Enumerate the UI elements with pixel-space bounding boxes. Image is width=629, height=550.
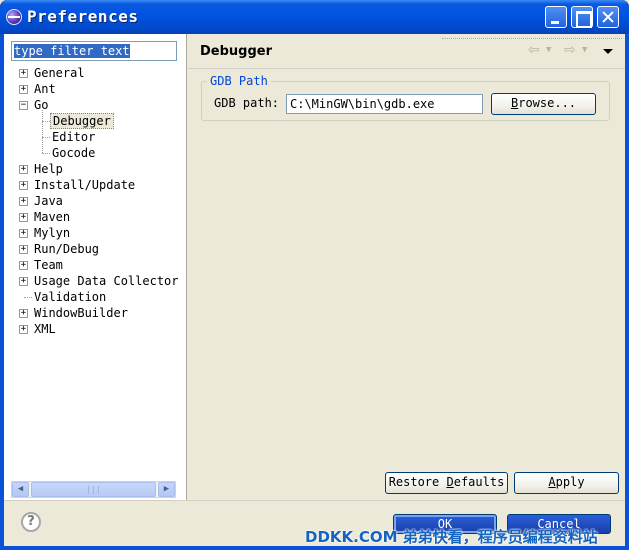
tree-item[interactable]: + Java [4,193,186,209]
tree-item-label: WindowBuilder [34,306,128,320]
expand-icon[interactable]: + [19,325,28,334]
expand-icon[interactable]: + [19,245,28,254]
window-title: Preferences [27,7,139,26]
tree-item-label: Mylyn [34,226,71,240]
restore-defaults-button[interactable]: Restore Defaults [385,472,508,494]
expand-icon[interactable]: + [19,181,28,190]
gdb-path-input[interactable]: C:\MinGW\bin\gdb.exe [286,94,483,114]
group-title: GDB Path [207,74,271,88]
expand-icon[interactable]: + [19,197,28,206]
watermark-text: DDKK.COM 弟弟快看，程序员编程资料站 [305,528,598,546]
tree-item[interactable]: + Help [4,161,186,177]
preference-tree-panel: type filter text + General + Ant − Go Debugger… [4,34,187,500]
gdb-path-label: GDB path: [214,96,280,110]
minimize-button[interactable] [545,6,567,28]
expand-icon[interactable]: + [19,309,28,318]
tree-item-label: Java [34,194,63,208]
close-button[interactable] [597,6,619,28]
expand-icon[interactable]: + [19,229,28,238]
button-label: Browse... [510,96,577,110]
window-border-bottom [0,546,629,550]
tree-branch-line [42,110,43,153]
tree-item[interactable]: Gocode [4,145,186,161]
expand-icon[interactable]: + [19,165,28,174]
horizontal-scrollbar[interactable]: ◀ ||| ▶ [11,481,176,498]
tree-item-label: General [34,66,85,80]
tree-item[interactable]: + XML [4,321,186,337]
view-menu-icon[interactable] [603,49,613,54]
button-bar-separator [4,500,625,501]
back-dropdown-icon[interactable]: ▼ [546,42,551,58]
tree-item[interactable]: − Go [4,97,186,113]
scroll-thumb[interactable]: ||| [31,482,156,497]
tree-item[interactable]: + Maven [4,209,186,225]
forward-dropdown-icon[interactable]: ▼ [582,42,587,58]
apply-button[interactable]: Apply [514,472,619,494]
tree-item[interactable]: Validation [4,289,186,305]
tree-item-label: Gocode [52,146,96,160]
tree-item[interactable]: Editor [4,129,186,145]
tree-item-label: Validation [34,290,107,304]
page-title: Debugger [200,44,273,59]
tree-item[interactable]: + Mylyn [4,225,186,241]
tree-item-label: Usage Data Collector [34,274,179,288]
tree-connector [24,297,32,298]
expand-icon[interactable]: + [19,69,28,78]
expand-icon[interactable]: + [19,213,28,222]
tree-item-label: Run/Debug [34,242,100,256]
tree-item-label: Ant [34,82,56,96]
back-arrow-icon[interactable]: ⇦ [528,42,542,58]
scroll-left-icon[interactable]: ◀ [12,482,29,497]
tree-item[interactable]: + Team [4,257,186,273]
help-icon[interactable]: ? [21,512,41,532]
window-border-right [625,34,629,550]
page-header: Debugger ⇦ ▼ ⇨ ▼ [188,34,625,68]
tree-item[interactable]: + Run/Debug [4,241,186,257]
browse-button[interactable]: Browse... [491,93,596,115]
tree-connector [42,137,50,138]
collapse-icon[interactable]: − [19,101,28,110]
dialog-client-area: type filter text + General + Ant − Go Debugger… [4,34,625,546]
filter-input[interactable]: type filter text [11,41,177,61]
tree-item[interactable]: + Ant [4,81,186,97]
maximize-button[interactable] [571,6,593,28]
tree-item-label: XML [34,322,56,336]
tree-item-label-selected: Debugger [50,113,114,129]
tree-item-label: Install/Update [34,178,136,192]
filter-input-text: type filter text [14,44,130,58]
header-divider [442,38,622,39]
tree-item-label: Maven [34,210,71,224]
tree-item-label: Team [34,258,63,272]
page-header-separator [188,68,625,69]
scroll-right-icon[interactable]: ▶ [158,482,175,497]
tree-item-label: Editor [52,130,96,144]
tree-item[interactable]: + Install/Update [4,177,186,193]
tree-connector [42,153,50,154]
tree-item[interactable]: Debugger [4,113,186,129]
forward-arrow-icon[interactable]: ⇨ [564,42,578,58]
eclipse-icon [6,9,22,25]
button-label: Restore Defaults [388,475,505,489]
expand-icon[interactable]: + [19,277,28,286]
tree-item[interactable]: + WindowBuilder [4,305,186,321]
tree-connector [42,121,50,122]
preference-page: Debugger ⇦ ▼ ⇨ ▼ GDB Path GDB path: C:\M… [188,34,625,500]
title-bar[interactable]: Preferences [0,0,629,34]
tree-item-label: Help [34,162,63,176]
tree-item[interactable]: + General [4,65,186,81]
preferences-window: Preferences type filter text + General + An… [0,0,629,550]
expand-icon[interactable]: + [19,85,28,94]
button-label: Apply [548,475,585,489]
tree-item[interactable]: + Usage Data Collector [4,273,186,289]
expand-icon[interactable]: + [19,261,28,270]
